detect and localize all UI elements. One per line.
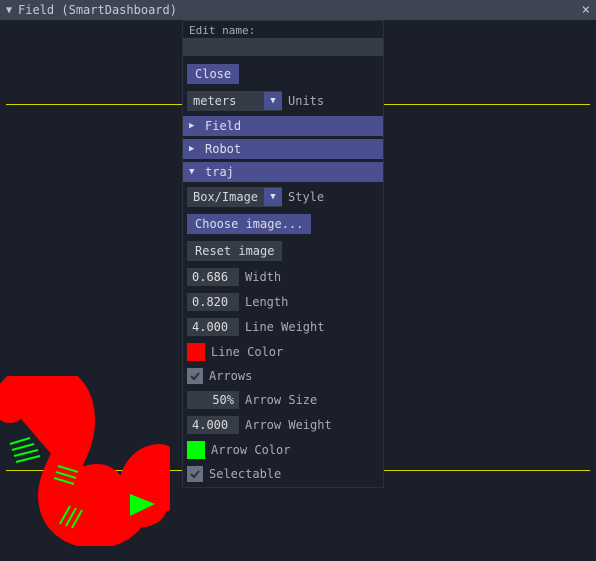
units-value: meters [187, 91, 264, 111]
arrows-label: Arrows [209, 369, 252, 383]
tree-robot[interactable]: ▶ Robot [183, 139, 383, 159]
line-weight-input[interactable] [187, 318, 239, 336]
triangle-down-icon: ▼ [189, 167, 197, 177]
line-color-swatch[interactable] [187, 343, 205, 361]
tree-robot-label: Robot [205, 142, 241, 156]
close-icon[interactable]: × [582, 3, 590, 17]
tree-field[interactable]: ▶ Field [183, 116, 383, 136]
collapse-triangle-icon[interactable]: ▼ [6, 5, 12, 16]
titlebar: ▼ Field (SmartDashboard) × [0, 0, 596, 20]
style-value: Box/Image [187, 187, 264, 207]
tree-traj[interactable]: ▼ traj [183, 162, 383, 182]
triangle-right-icon: ▶ [189, 144, 197, 154]
style-label: Style [288, 190, 324, 204]
check-icon [189, 468, 201, 480]
content-area: Edit name: Close meters ▼ Units ▶ Field … [0, 20, 596, 561]
length-label: Length [245, 295, 288, 309]
reset-image-button[interactable]: Reset image [187, 241, 282, 261]
edit-name-input[interactable] [183, 38, 383, 56]
arrow-size-label: Arrow Size [245, 393, 317, 407]
width-input[interactable] [187, 268, 239, 286]
units-dropdown[interactable]: meters ▼ [187, 91, 282, 111]
line-color-label: Line Color [211, 345, 283, 359]
chevron-down-icon: ▼ [264, 92, 282, 110]
units-label: Units [288, 94, 324, 108]
width-label: Width [245, 270, 281, 284]
choose-image-button[interactable]: Choose image... [187, 214, 311, 234]
properties-panel: Edit name: Close meters ▼ Units ▶ Field … [182, 20, 384, 488]
edit-name-label: Edit name: [183, 21, 383, 38]
arrow-weight-label: Arrow Weight [245, 418, 332, 432]
triangle-right-icon: ▶ [189, 121, 197, 131]
trajectory-visual [0, 376, 170, 546]
window-title: Field (SmartDashboard) [18, 3, 582, 17]
selectable-checkbox[interactable] [187, 466, 203, 482]
arrow-color-label: Arrow Color [211, 443, 290, 457]
arrow-color-swatch[interactable] [187, 441, 205, 459]
close-button[interactable]: Close [187, 64, 239, 84]
arrow-weight-input[interactable] [187, 416, 239, 434]
check-icon [189, 370, 201, 382]
arrow-size-input[interactable] [187, 391, 239, 409]
tree-field-label: Field [205, 119, 241, 133]
style-dropdown[interactable]: Box/Image ▼ [187, 187, 282, 207]
arrows-checkbox[interactable] [187, 368, 203, 384]
length-input[interactable] [187, 293, 239, 311]
tree-traj-label: traj [205, 165, 234, 179]
selectable-label: Selectable [209, 467, 281, 481]
line-weight-label: Line Weight [245, 320, 324, 334]
chevron-down-icon: ▼ [264, 188, 282, 206]
